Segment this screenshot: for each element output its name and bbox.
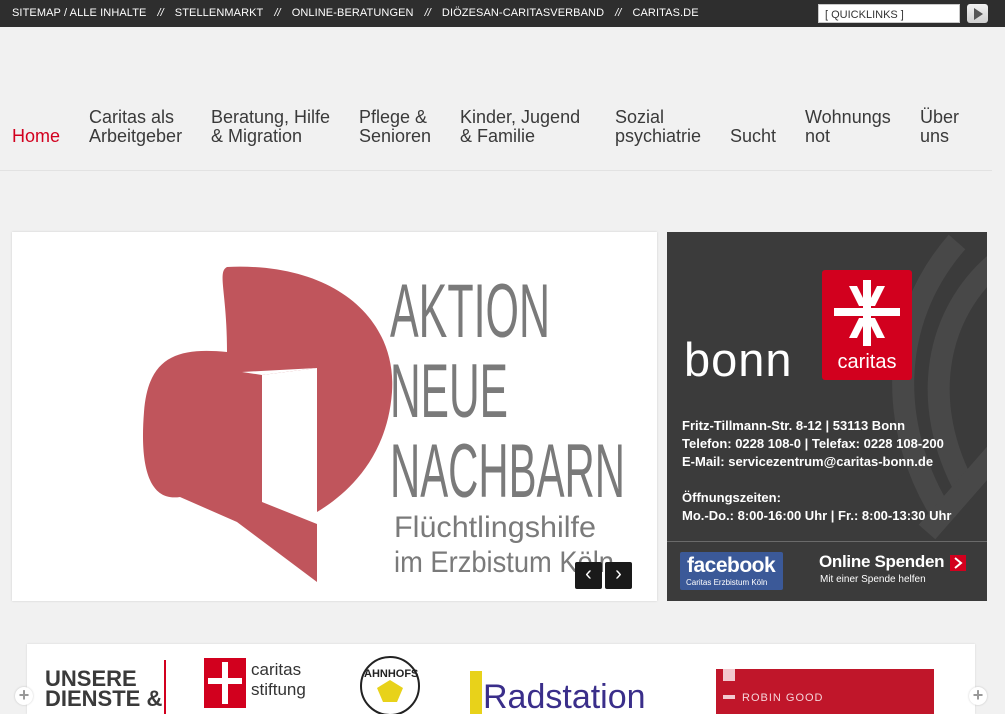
tile-radstation[interactable]: Radstation xyxy=(470,671,646,714)
top-bar: SITEMAP / ALLE INHALTE // STELLENMARKT // ON… xyxy=(0,0,1005,27)
carousel-prev-plus-icon[interactable]: + xyxy=(15,686,33,705)
contact-info-box: bonn caritas Fritz-Tillmann-Str. 8-12 | … xyxy=(667,232,987,601)
nav-item-beratung-hilfe-migration[interactable]: Beratung, Hilfe & Migration xyxy=(211,108,330,146)
carousel-tiles: UNSERE DIENSTE & caritas stiftung AHNHOF… xyxy=(45,656,934,714)
spenden-title: Online Spenden xyxy=(819,552,945,571)
nav-divider xyxy=(0,170,992,171)
top-links: SITEMAP / ALLE INHALTE // STELLENMARKT // ON… xyxy=(12,7,699,19)
address-text: Fritz-Tillmann-Str. 8-12 | 53113 Bonn xyxy=(682,418,906,433)
quicklinks-go-button[interactable] xyxy=(967,4,988,23)
tile-unsere-dienste[interactable]: UNSERE DIENSTE & xyxy=(45,660,166,714)
tile3-text: AHNHOFS xyxy=(364,668,418,680)
tile2-line1: caritas xyxy=(251,660,301,679)
info-box-notch xyxy=(667,400,669,424)
nav-item-ueber-uns[interactable]: Über uns xyxy=(920,108,959,146)
email-text[interactable]: E-Mail: servicezentrum@caritas-bonn.de xyxy=(682,454,933,469)
facebook-title: facebook xyxy=(687,554,776,577)
tile1-line2: DIENSTE & xyxy=(45,686,162,711)
opening-hours-title: Öffnungszeiten: xyxy=(682,490,781,505)
main-navigation: Home Caritas als Arbeitgeber Beratung, H… xyxy=(0,27,1005,170)
subline-line-1: Flüchtlingshilfe xyxy=(394,511,596,544)
caritas-flame-cross-icon xyxy=(834,280,900,346)
tile-robin-good[interactable]: ROBIN GOOD xyxy=(716,669,934,714)
tile-bahnhofsmission[interactable]: AHNHOFS xyxy=(360,656,420,714)
opening-hours-text: Mo.-Do.: 8:00-16:00 Uhr | Fr.: 8:00-13:3… xyxy=(682,508,952,523)
nav-item-sucht[interactable]: Sucht xyxy=(730,127,776,146)
tile2-line2: stiftung xyxy=(251,680,306,699)
separator: // xyxy=(424,7,431,19)
caritas-logo[interactable]: caritas xyxy=(822,270,912,380)
tile4-text: Radstation xyxy=(483,678,646,714)
slider-prev-button[interactable]: ‹ xyxy=(575,562,602,589)
nav-item-pflege-senioren[interactable]: Pflege & Senioren xyxy=(359,108,431,146)
open-door-shape xyxy=(262,368,317,524)
link-stellenmarkt[interactable]: STELLENMARKT xyxy=(175,7,264,19)
arrow-right-icon xyxy=(950,555,966,571)
facebook-subtitle: Caritas Erzbistum Köln xyxy=(686,578,768,587)
headline-line-2: NEUE xyxy=(390,349,508,434)
carousel-next-plus-icon[interactable]: + xyxy=(969,686,987,705)
separator: // xyxy=(615,7,622,19)
aktion-neue-nachbarn-banner: AKTION NEUE NACHBARN Flüchtlingshilfe im… xyxy=(142,266,625,582)
image-slider: AKTION NEUE NACHBARN Flüchtlingshilfe im… xyxy=(12,232,657,601)
quicklinks-select[interactable]: [ QUICKLINKS ] xyxy=(818,4,960,23)
link-caritas-de[interactable]: CARITAS.DE xyxy=(632,7,698,19)
tile5-text: ROBIN GOOD xyxy=(742,692,824,704)
link-dioezesan-caritasverband[interactable]: DIÖZESAN-CARITASVERBAND xyxy=(442,7,604,19)
nav-item-wohnungsnot[interactable]: Wohnungs not xyxy=(805,108,891,146)
headline-line-1: AKTION xyxy=(390,269,550,354)
link-sitemap[interactable]: SITEMAP / ALLE INHALTE xyxy=(12,7,146,19)
separator: // xyxy=(274,7,281,19)
nav-item-home[interactable]: Home xyxy=(12,127,60,146)
separator: // xyxy=(157,7,164,19)
logo-text: caritas xyxy=(837,351,897,373)
headline-line-3: NACHBARN xyxy=(390,429,625,514)
spenden-subtitle: Mit einer Spende helfen xyxy=(820,574,926,585)
city-name: bonn xyxy=(684,333,793,386)
radstation-logo-bar xyxy=(470,671,482,714)
nav-item-caritas-als-arbeitgeber[interactable]: Caritas als Arbeitgeber xyxy=(89,108,182,146)
info-divider xyxy=(667,541,987,542)
slider-next-button[interactable]: › xyxy=(605,562,632,589)
services-carousel: UNSERE DIENSTE & caritas stiftung AHNHOF… xyxy=(27,644,975,714)
facebook-button[interactable]: facebook Caritas Erzbistum Köln xyxy=(680,552,783,590)
nav-item-sozialpsychiatrie[interactable]: Sozial psychiatrie xyxy=(615,108,701,146)
nav-item-kinder-jugend-familie[interactable]: Kinder, Jugend & Familie xyxy=(460,108,580,146)
tile-caritas-stiftung[interactable]: caritas stiftung xyxy=(204,658,306,708)
play-arrow-icon xyxy=(973,7,983,20)
link-online-beratungen[interactable]: ONLINE-BERATUNGEN xyxy=(292,7,414,19)
phone-text: Telefon: 0228 108-0 | Telefax: 0228 108-… xyxy=(682,436,944,451)
